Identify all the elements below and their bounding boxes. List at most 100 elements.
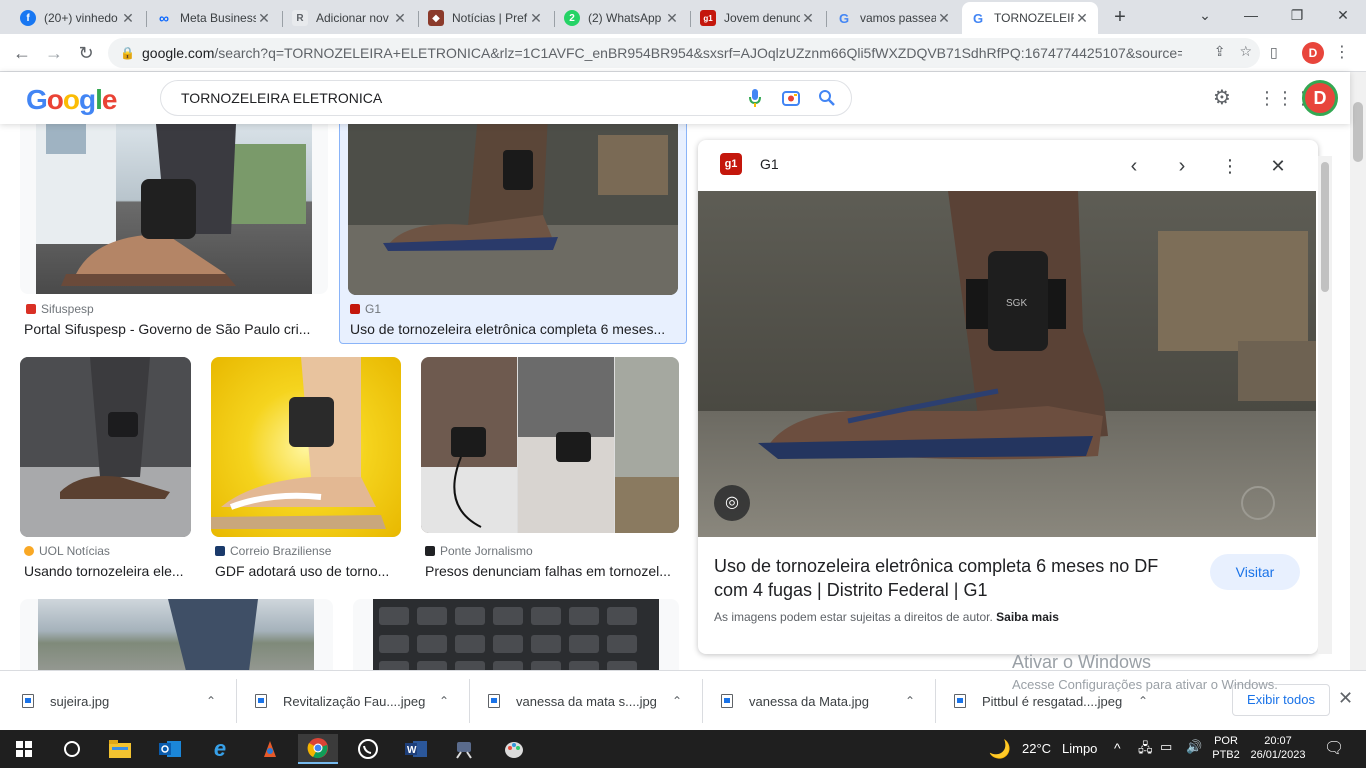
chevron-up-icon[interactable]: ⌃ [1138, 694, 1148, 708]
tab-google-search[interactable]: G vamos passea ✕ [828, 4, 960, 32]
result-caption[interactable]: Usando tornozeleira ele... [24, 563, 192, 579]
battery-icon[interactable]: ▭ [1160, 739, 1172, 755]
g1-logo-icon[interactable]: g1 [720, 153, 742, 175]
tab-noticias[interactable]: ◆ Notícias | Pref ✕ [420, 4, 552, 32]
previous-chevron-icon[interactable]: ‹ [1120, 152, 1148, 180]
close-preview-icon[interactable]: ✕ [1264, 152, 1292, 180]
weather-moon-icon[interactable]: 🌙 [986, 734, 1014, 764]
chevron-up-icon[interactable]: ⌃ [905, 694, 915, 708]
weather-temperature[interactable]: 22°C [1022, 741, 1051, 756]
tab-g1[interactable]: g1 Jovem denunc ✕ [692, 4, 824, 32]
close-icon[interactable]: ✕ [256, 10, 272, 27]
result-caption[interactable]: GDF adotará uso de torno... [215, 563, 401, 579]
download-item[interactable]: vanessa da Mata.jpg ⌃ [721, 685, 921, 717]
search-icon[interactable] [815, 86, 839, 110]
close-download-bar-icon[interactable]: ✕ [1338, 688, 1353, 709]
account-avatar[interactable]: D [1302, 80, 1338, 116]
close-icon[interactable]: ✕ [936, 10, 952, 27]
preview-image[interactable]: SGK ◎ [698, 191, 1316, 537]
url-omnibox[interactable]: 🔒 google.com/search?q=TORNOZELEIRA+ELETR… [108, 38, 1260, 68]
more-options-icon[interactable]: ⋮ [1216, 152, 1244, 180]
share-icon[interactable]: ⇪ [1214, 43, 1226, 60]
page-scrollbar[interactable] [1350, 72, 1366, 670]
clock[interactable]: 20:07 26/01/2023 [1246, 734, 1310, 762]
search-input[interactable]: TORNOZELEIRA ELETRONICA [181, 90, 743, 106]
result-card[interactable]: UOL Notícias Usando tornozeleira ele... [20, 357, 192, 581]
result-image[interactable] [211, 357, 401, 537]
browser-menu-icon[interactable]: ⋮ [1334, 42, 1350, 62]
close-icon[interactable]: ✕ [120, 10, 136, 27]
outlook-icon[interactable] [150, 734, 190, 764]
result-card[interactable]: Sifuspesp Portal Sifuspesp - Governo de … [20, 124, 328, 346]
paint-app-icon[interactable] [250, 734, 290, 764]
result-card[interactable]: Ponte Jornalismo Presos denunciam falhas… [421, 357, 681, 581]
bookmark-star-icon[interactable]: ☆ [1239, 43, 1252, 60]
lens-search-icon[interactable]: ◎ [714, 485, 750, 521]
search-box[interactable]: TORNOZELEIRA ELETRONICA [160, 80, 852, 116]
internet-explorer-icon[interactable]: e [200, 734, 240, 764]
next-chevron-icon[interactable]: › [1168, 152, 1196, 180]
chrome-icon[interactable] [298, 734, 338, 764]
forward-button[interactable]: → [42, 41, 66, 65]
result-caption[interactable]: Portal Sifuspesp - Governo de São Paulo … [24, 321, 320, 337]
chevron-up-icon[interactable]: ⌃ [672, 694, 682, 708]
result-card[interactable] [20, 599, 333, 670]
chevron-up-tray-icon[interactable]: ^ [1114, 740, 1121, 756]
result-card[interactable]: Correio Braziliense GDF adotará uso de t… [211, 357, 403, 581]
search-circle-icon[interactable] [52, 734, 92, 764]
new-tab-button[interactable]: + [1108, 5, 1132, 29]
paint-palette-icon[interactable] [494, 734, 534, 764]
result-image[interactable] [38, 599, 314, 670]
preview-scrollbar[interactable] [1318, 156, 1332, 654]
tab-whatsapp[interactable]: 2 (2) WhatsApp ✕ [556, 4, 688, 32]
download-item[interactable]: sujeira.jpg ⌃ [22, 685, 222, 717]
lock-icon[interactable]: 🔒 [120, 46, 135, 60]
learn-more-link[interactable]: Saiba mais [996, 610, 1059, 624]
back-button[interactable]: ← [10, 41, 34, 65]
network-icon[interactable]: 🖧 [1138, 739, 1153, 761]
microphone-icon[interactable] [743, 86, 767, 110]
result-card-selected[interactable]: G1 Uso de tornozeleira eletrônica comple… [339, 124, 687, 344]
preview-title[interactable]: Uso de tornozeleira eletrônica completa … [714, 554, 1184, 602]
snipping-tool-icon[interactable] [444, 734, 484, 764]
close-icon[interactable]: ✕ [392, 10, 408, 27]
word-icon[interactable]: W [396, 734, 436, 764]
whatsapp-app-icon[interactable] [348, 734, 388, 764]
download-item[interactable]: Revitalização Fau....jpeg ⌃ [255, 685, 455, 717]
visit-button[interactable]: Visitar [1210, 554, 1300, 590]
result-caption[interactable]: Uso de tornozeleira eletrônica completa … [350, 321, 676, 337]
weather-condition[interactable]: Limpo [1062, 741, 1097, 756]
tab-facebook[interactable]: f (20+) vinhedo ✕ [12, 4, 144, 32]
tab-meta-business[interactable]: ∞ Meta Business ✕ [148, 4, 280, 32]
close-icon[interactable]: ✕ [528, 10, 544, 27]
close-icon[interactable]: ✕ [1074, 10, 1090, 27]
result-image[interactable] [373, 599, 659, 670]
result-image[interactable] [36, 124, 312, 294]
volume-icon[interactable]: 🔊 [1186, 739, 1202, 755]
notifications-icon[interactable]: 🗨 [1324, 738, 1344, 758]
preview-source[interactable]: G1 [760, 156, 779, 172]
minimize-button[interactable]: — [1228, 0, 1274, 30]
camera-lens-icon[interactable] [779, 86, 803, 110]
close-icon[interactable]: ✕ [664, 10, 680, 27]
google-logo[interactable]: Google [26, 84, 117, 116]
side-panel-icon[interactable]: ▯ [1270, 44, 1278, 61]
result-caption[interactable]: Presos denunciam falhas em tornozel... [425, 563, 679, 579]
settings-gear-icon[interactable]: ⚙ [1208, 84, 1236, 112]
chevron-up-icon[interactable]: ⌃ [206, 694, 216, 708]
file-explorer-icon[interactable] [100, 734, 140, 764]
chevron-up-icon[interactable]: ⌃ [439, 694, 449, 708]
close-icon[interactable]: ✕ [800, 10, 816, 27]
browser-profile-avatar[interactable]: D [1302, 42, 1324, 64]
result-image[interactable] [421, 357, 679, 533]
tab-active-search[interactable]: G TORNOZELEIRA ✕ [962, 2, 1098, 34]
result-image[interactable] [348, 124, 678, 295]
tab-adicionar[interactable]: R Adicionar nov ✕ [284, 4, 416, 32]
apps-grid-icon[interactable]: ⋮⋮⋮ [1258, 84, 1312, 112]
result-image[interactable] [20, 357, 191, 537]
result-card[interactable] [353, 599, 679, 670]
maximize-button[interactable]: ❐ [1274, 0, 1320, 30]
close-window-button[interactable]: ✕ [1320, 0, 1366, 30]
tab-search-icon[interactable]: ⌄ [1182, 0, 1228, 30]
reload-button[interactable]: ↻ [74, 41, 98, 65]
